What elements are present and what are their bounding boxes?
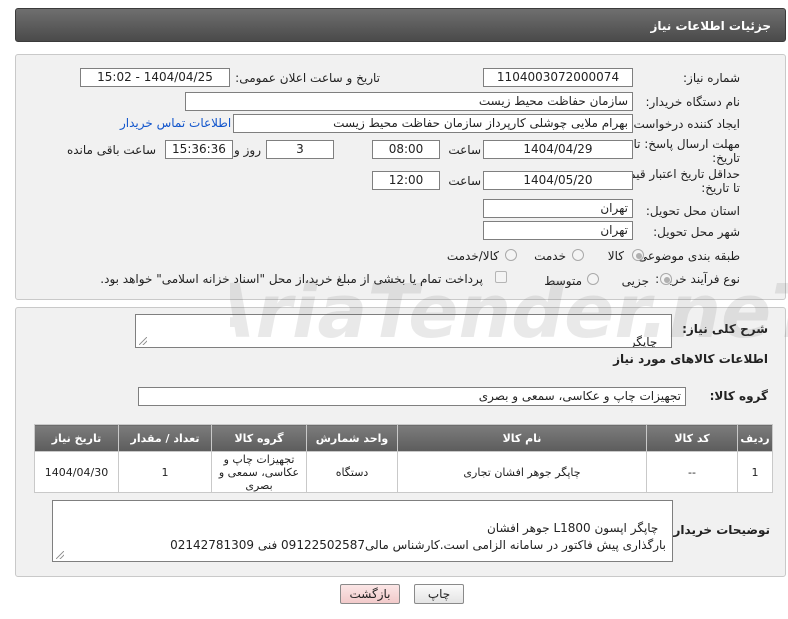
cell-qty: 1 xyxy=(118,451,212,493)
cell-date: 1404/04/30 xyxy=(34,451,119,493)
need-number-field: 1104003072000074 xyxy=(483,68,633,87)
deadline-label-line2: تاریخ: xyxy=(712,151,740,165)
category-option-goods: کالا xyxy=(607,249,624,263)
process-option-minor: جزیی xyxy=(621,274,649,288)
cell-row: 1 xyxy=(737,451,773,493)
description-value: چاپگر xyxy=(629,335,658,348)
buyer-notes-textarea[interactable]: چاپگر اپسون L1800 جوهر افشان بارگذاری پی… xyxy=(52,500,673,562)
buyer-notes-value: چاپگر اپسون L1800 جوهر افشان بارگذاری پی… xyxy=(170,521,666,552)
process-radio-minor[interactable] xyxy=(660,273,672,285)
category-option-goods-service: کالا/خدمت xyxy=(446,249,499,263)
col-code: کد کالا xyxy=(646,424,738,452)
description-label: شرح کلی نیاز: xyxy=(682,322,768,336)
process-radio-medium[interactable] xyxy=(587,273,599,285)
need-number-label: شماره نیاز: xyxy=(683,71,740,85)
table-header-row: ردیف کد کالا نام کالا واحد شمارش گروه کا… xyxy=(34,424,773,452)
deadline-time-field: 08:00 xyxy=(372,140,440,159)
back-button[interactable]: بازگشت xyxy=(340,584,400,604)
remaining-time-field: 15:36:36 xyxy=(165,140,233,159)
col-qty: تعداد / مقدار xyxy=(118,424,212,452)
page-header: جزئیات اطلاعات نیاز xyxy=(15,8,786,42)
buyer-org-field: سازمان حفاظت محیط زیست xyxy=(185,92,633,111)
cell-code: -- xyxy=(646,451,738,493)
cell-group: تجهیزات چاپ و عکاسی، سمعی و بصری xyxy=(211,451,307,493)
validity-time-field: 12:00 xyxy=(372,171,440,190)
resize-handle-icon[interactable] xyxy=(139,337,147,345)
days-label: روز و xyxy=(234,143,261,157)
goods-table: ردیف کد کالا نام کالا واحد شمارش گروه کا… xyxy=(34,424,773,493)
process-option-medium: متوسط xyxy=(544,274,582,288)
goods-group-label: گروه کالا: xyxy=(709,389,768,403)
city-field: تهران xyxy=(483,221,633,240)
deadline-date-field: 1404/04/29 xyxy=(483,140,633,159)
remaining-label: ساعت باقی مانده xyxy=(66,143,156,157)
cell-name: چاپگر جوهر افشان تجاری xyxy=(397,451,647,493)
col-name: نام کالا xyxy=(397,424,647,452)
category-radio-goods-service[interactable] xyxy=(505,249,517,261)
announce-label: تاریخ و ساعت اعلان عمومی: xyxy=(235,71,380,85)
cell-unit: دستگاه xyxy=(306,451,398,493)
treasury-payment-note: پرداخت تمام یا بخشی از مبلغ خرید،از محل … xyxy=(100,272,483,286)
goods-section-title: اطلاعات کالاهای مورد نیاز xyxy=(613,352,768,366)
treasury-payment-checkbox[interactable] xyxy=(495,271,507,283)
requester-label: ایجاد کننده درخواست: xyxy=(629,117,740,131)
category-option-service: خدمت xyxy=(534,249,566,263)
deadline-time-label: ساعت xyxy=(448,143,481,157)
col-row: ردیف xyxy=(737,424,773,452)
city-label: شهر محل تحویل: xyxy=(653,225,740,239)
announce-field: 1404/04/25 - 15:02 xyxy=(80,68,230,87)
description-textarea[interactable]: چاپگر xyxy=(135,314,672,348)
validity-label-line2: تا تاریخ: xyxy=(701,181,740,195)
validity-time-label: ساعت xyxy=(448,174,481,188)
table-row: 1 -- چاپگر جوهر افشان تجاری دستگاه تجهیز… xyxy=(34,451,773,493)
category-radio-goods[interactable] xyxy=(632,249,644,261)
col-date: تاریخ نیاز xyxy=(34,424,119,452)
province-label: استان محل تحویل: xyxy=(645,204,740,218)
days-field: 3 xyxy=(266,140,334,159)
buyer-org-label: نام دستگاه خریدار: xyxy=(645,95,741,109)
requester-field: بهرام ملایی چوشلی کارپرداز سازمان حفاظت … xyxy=(233,114,633,133)
category-radio-service[interactable] xyxy=(572,249,584,261)
col-group: گروه کالا xyxy=(211,424,307,452)
buyer-contact-link[interactable]: اطلاعات تماس خریدار xyxy=(120,116,231,130)
goods-group-field: تجهیزات چاپ و عکاسی، سمعی و بصری xyxy=(138,387,686,406)
buyer-notes-label: توضیحات خریدار: xyxy=(668,523,770,537)
resize-handle-icon[interactable] xyxy=(56,551,64,559)
category-label: طبقه بندی موضوعی: xyxy=(633,249,740,263)
col-unit: واحد شمارش xyxy=(306,424,398,452)
province-field: تهران xyxy=(483,199,633,218)
page-title: جزئیات اطلاعات نیاز xyxy=(650,19,771,33)
validity-date-field: 1404/05/20 xyxy=(483,171,633,190)
print-button[interactable]: چاپ xyxy=(414,584,464,604)
